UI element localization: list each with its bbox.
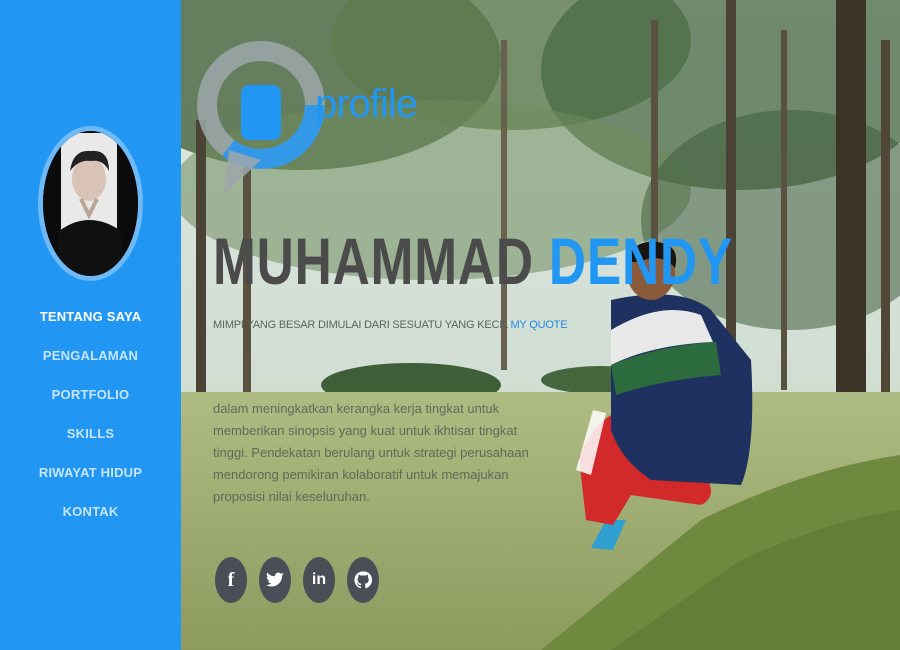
quote-text: MIMPI YANG BESAR DIMULAI DARI SESUATU YA… <box>213 319 508 331</box>
avatar <box>43 131 138 276</box>
nav-item-tentang-saya[interactable]: TENTANG SAYA <box>0 297 181 336</box>
linkedin-icon: in <box>311 571 327 588</box>
profile-logo-text: profile <box>315 82 418 126</box>
sidebar: TENTANG SAYA PENGALAMAN PORTFOLIO SKILLS… <box>0 0 181 650</box>
social-links: f in <box>215 557 379 603</box>
facebook-button[interactable]: f <box>215 557 247 603</box>
nav-item-pengalaman[interactable]: PENGALAMAN <box>0 336 181 375</box>
twitter-icon <box>266 572 284 587</box>
twitter-button[interactable] <box>259 557 291 603</box>
facebook-icon: f <box>227 568 235 591</box>
linkedin-button[interactable]: in <box>303 557 335 603</box>
hero-name: MUHAMMAD DENDY <box>213 228 733 294</box>
first-name: MUHAMMAD <box>213 224 534 298</box>
github-icon <box>354 571 372 589</box>
nav-item-riwayat-hidup[interactable]: RIWAYAT HIDUP <box>0 453 181 492</box>
quote-line: MIMPI YANG BESAR DIMULAI DARI SESUATU YA… <box>213 319 568 331</box>
profile-description: dalam meningkatkan kerangka kerja tingka… <box>213 401 529 504</box>
github-button[interactable] <box>347 557 379 603</box>
nav-item-kontak[interactable]: KONTAK <box>0 492 181 531</box>
my-quote-link[interactable]: MY QUOTE <box>510 319 567 331</box>
nav-item-skills[interactable]: SKILLS <box>0 414 181 453</box>
sidebar-nav: TENTANG SAYA PENGALAMAN PORTFOLIO SKILLS… <box>0 297 181 531</box>
last-name: DENDY <box>548 224 733 298</box>
avatar-photo <box>43 131 138 276</box>
hero-section: profile MUHAMMAD DENDY MIMPI YANG BESAR … <box>181 0 900 650</box>
nav-item-portfolio[interactable]: PORTFOLIO <box>0 375 181 414</box>
